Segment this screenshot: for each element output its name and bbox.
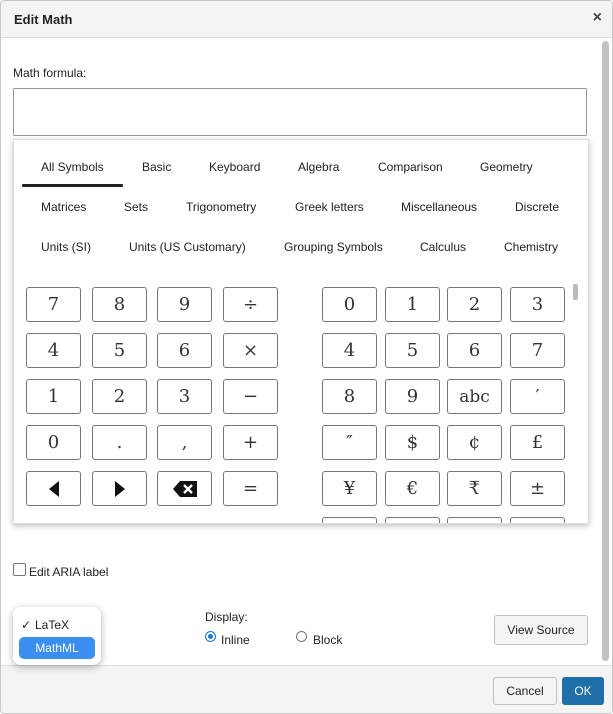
block-radio[interactable]	[296, 631, 307, 642]
symbol-key[interactable]: 4	[26, 333, 81, 368]
cancel-button[interactable]: Cancel	[493, 677, 557, 705]
symbol-key[interactable]: 1	[26, 379, 81, 414]
symbol-key[interactable]: 3	[157, 379, 212, 414]
edit-math-dialog: Edit Math × Math formula: All Symbols Bas…	[0, 0, 613, 714]
formula-label: Math formula:	[13, 66, 87, 80]
symbol-key[interactable]: 9	[385, 379, 440, 414]
ok-button[interactable]: OK	[562, 677, 604, 705]
dialog-header: Edit Math ×	[1, 1, 612, 38]
right-arrow-icon[interactable]	[92, 471, 147, 506]
symbol-key[interactable]: ±	[510, 471, 565, 506]
symbol-key[interactable]: 8	[92, 287, 147, 322]
popup-item-label: LaTeX	[35, 618, 70, 632]
tab-all-symbols[interactable]: All Symbols	[41, 160, 104, 174]
dialog-scrollbar[interactable]	[602, 41, 609, 661]
backspace-icon[interactable]	[157, 471, 212, 506]
symbol-key[interactable]: ₹	[447, 471, 502, 506]
dialog-footer: Cancel OK	[1, 665, 612, 713]
symbol-key[interactable]	[447, 517, 502, 523]
symbol-key[interactable]: −	[223, 379, 278, 414]
tab-greek-letters[interactable]: Greek letters	[295, 200, 364, 214]
block-label: Block	[313, 633, 343, 647]
popup-item-mathml[interactable]: MathML	[19, 637, 95, 659]
symbol-key[interactable]: $	[385, 425, 440, 460]
symbol-key[interactable]: £	[510, 425, 565, 460]
symbol-key[interactable]: 3	[510, 287, 565, 322]
symbol-key[interactable]: .	[92, 425, 147, 460]
format-popup-menu: ✓ LaTeX MathML	[13, 607, 101, 665]
tab-basic[interactable]: Basic	[142, 160, 171, 174]
tab-grouping-symbols[interactable]: Grouping Symbols	[284, 240, 383, 254]
tab-trigonometry[interactable]: Trigonometry	[186, 200, 256, 214]
symbol-key[interactable]: ÷	[223, 287, 278, 322]
aria-label-text: Edit ARIA label	[29, 565, 109, 579]
tab-miscellaneous[interactable]: Miscellaneous	[401, 200, 477, 214]
symbol-key[interactable]: €	[385, 471, 440, 506]
symbol-key[interactable]: 4	[322, 333, 377, 368]
inline-label: Inline	[221, 633, 250, 647]
display-label: Display:	[205, 610, 248, 624]
close-icon[interactable]: ×	[593, 9, 602, 27]
tab-units-si[interactable]: Units (SI)	[41, 240, 91, 254]
symbol-palette: All Symbols Basic Keyboard Algebra Compariso…	[13, 139, 589, 524]
aria-label-checkbox[interactable]	[13, 563, 26, 576]
symbol-key[interactable]: +	[223, 425, 278, 460]
symbol-key[interactable]: ,	[157, 425, 212, 460]
active-tab-indicator	[22, 184, 123, 187]
symbol-key[interactable]	[510, 517, 565, 523]
tab-matrices[interactable]: Matrices	[41, 200, 86, 214]
symbol-key[interactable]: 5	[92, 333, 147, 368]
symbol-key[interactable]	[322, 517, 377, 523]
symbol-key[interactable]: 8	[322, 379, 377, 414]
tab-calculus[interactable]: Calculus	[420, 240, 466, 254]
symbol-key[interactable]: ¢	[447, 425, 502, 460]
symbol-key[interactable]: 0	[26, 425, 81, 460]
view-source-button[interactable]: View Source	[494, 615, 588, 645]
symbol-key[interactable]: 2	[92, 379, 147, 414]
symbol-key[interactable]: 0	[322, 287, 377, 322]
symbol-key[interactable]: 9	[157, 287, 212, 322]
tab-chemistry[interactable]: Chemistry	[504, 240, 558, 254]
symbol-key[interactable]: 7	[510, 333, 565, 368]
popup-item-latex[interactable]: ✓ LaTeX	[19, 614, 95, 636]
symbol-key[interactable]: 1	[385, 287, 440, 322]
tab-keyboard[interactable]: Keyboard	[209, 160, 260, 174]
tab-sets[interactable]: Sets	[124, 200, 148, 214]
symbol-key[interactable]: =	[223, 471, 278, 506]
symbol-key[interactable]: abc	[447, 379, 502, 414]
check-icon: ✓	[21, 618, 32, 632]
symbol-key[interactable]: ×	[223, 333, 278, 368]
symbol-key[interactable]: 7	[26, 287, 81, 322]
tab-algebra[interactable]: Algebra	[298, 160, 339, 174]
tab-units-us-customary[interactable]: Units (US Customary)	[129, 240, 246, 254]
tab-comparison[interactable]: Comparison	[378, 160, 443, 174]
symbol-key[interactable]	[385, 517, 440, 523]
symbol-key[interactable]: 5	[385, 333, 440, 368]
symbol-key[interactable]: ′	[510, 379, 565, 414]
symbol-key[interactable]: ¥	[322, 471, 377, 506]
popup-item-label: MathML	[35, 641, 79, 655]
left-arrow-icon[interactable]	[26, 471, 81, 506]
dialog-title: Edit Math	[14, 12, 73, 27]
symbol-key[interactable]: 6	[447, 333, 502, 368]
palette-scrollbar[interactable]	[573, 284, 578, 300]
symbol-key[interactable]: ″	[322, 425, 377, 460]
symbol-key[interactable]: 2	[447, 287, 502, 322]
math-formula-input[interactable]	[13, 88, 587, 136]
tab-discrete[interactable]: Discrete	[515, 200, 559, 214]
symbol-key[interactable]: 6	[157, 333, 212, 368]
inline-radio[interactable]	[205, 631, 216, 642]
tab-geometry[interactable]: Geometry	[480, 160, 533, 174]
